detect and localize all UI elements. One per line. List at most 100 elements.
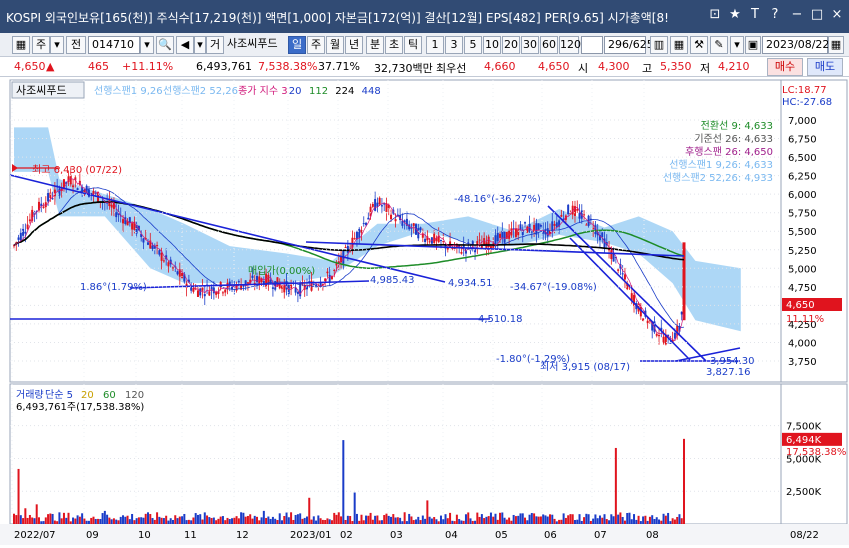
- volume-bar: [287, 517, 290, 524]
- grid2-icon[interactable]: ▦: [670, 36, 688, 54]
- candle: [42, 206, 45, 208]
- volume-bar: [378, 520, 381, 524]
- draw-dropdown[interactable]: ▾: [730, 36, 744, 54]
- volume-bar: [112, 518, 115, 524]
- candle: [192, 288, 195, 292]
- volume-bar: [22, 518, 25, 524]
- period-minute[interactable]: 분: [366, 36, 384, 54]
- period-second[interactable]: 초: [385, 36, 403, 54]
- compare-button[interactable]: 거: [206, 36, 224, 54]
- candle: [151, 245, 154, 250]
- prev-button[interactable]: 전: [66, 36, 86, 54]
- chevron-down-icon[interactable]: ▾: [50, 36, 64, 54]
- candle: [496, 232, 499, 242]
- volume-bar: [365, 515, 368, 524]
- volume-bar: [353, 492, 356, 524]
- volume-bar: [439, 515, 442, 524]
- candle: [428, 241, 431, 243]
- speaker-dropdown[interactable]: ▾: [194, 36, 206, 54]
- candle: [362, 223, 365, 225]
- bars-icon[interactable]: ▥: [650, 36, 668, 54]
- help-icon[interactable]: ?: [766, 6, 784, 24]
- volume-bar: [367, 515, 370, 524]
- volume-bar: [667, 512, 670, 524]
- volume-bar: [421, 515, 424, 524]
- vol-legend-item: 60: [103, 390, 116, 401]
- volume-bar: [374, 515, 377, 524]
- num-60[interactable]: 60: [540, 36, 558, 54]
- volume-bar: [85, 520, 88, 524]
- candle: [296, 292, 299, 294]
- market-select[interactable]: 주: [32, 36, 50, 54]
- candle: [353, 238, 356, 240]
- volume-bar: [442, 519, 445, 524]
- count-blank[interactable]: [581, 36, 603, 54]
- volume-bar: [458, 519, 461, 524]
- volume-bar: [90, 517, 93, 524]
- maximize-icon[interactable]: □: [808, 6, 826, 24]
- draw-icon[interactable]: ✎: [710, 36, 728, 54]
- x-tick-label: 05: [495, 530, 508, 541]
- trend-angle-1: -48.16°(-36.27%): [454, 194, 541, 205]
- num-5[interactable]: 5: [464, 36, 482, 54]
- candle: [131, 223, 134, 230]
- period-week[interactable]: 주: [307, 36, 325, 54]
- candle: [546, 228, 549, 237]
- candle: [224, 289, 227, 293]
- volume-bar: [369, 512, 372, 524]
- volume-bar: [528, 514, 531, 524]
- volume-bar: [151, 518, 154, 524]
- buy-button[interactable]: 매수: [767, 58, 803, 76]
- sell-button[interactable]: 매도: [807, 58, 843, 76]
- speaker-icon[interactable]: ◀: [176, 36, 194, 54]
- calendar-icon[interactable]: ▦: [828, 36, 844, 54]
- candle: [646, 320, 649, 324]
- volume-bar: [401, 521, 404, 524]
- search-icon[interactable]: 🔍: [156, 36, 174, 54]
- y-tick-label: 5,750: [788, 209, 817, 220]
- candle: [501, 230, 504, 239]
- num-3[interactable]: 3: [445, 36, 463, 54]
- low-label: 저: [700, 62, 711, 75]
- text-icon[interactable]: T: [746, 6, 764, 24]
- num-120[interactable]: 120: [559, 36, 581, 54]
- volume-bar: [396, 517, 399, 524]
- candle: [162, 260, 165, 262]
- level-1: 4,985.43: [370, 275, 415, 286]
- volume-bar: [376, 515, 379, 524]
- date-input[interactable]: 2023/08/22: [762, 36, 829, 54]
- volume-bar: [399, 517, 402, 524]
- volume-bar: [642, 516, 645, 524]
- num-20[interactable]: 20: [502, 36, 520, 54]
- volume-bar: [428, 516, 431, 524]
- volume-bar: [335, 514, 338, 524]
- candle: [658, 335, 661, 337]
- code-input[interactable]: 014710: [88, 36, 140, 54]
- volume-bar: [60, 518, 63, 524]
- volume-bar: [476, 512, 479, 524]
- volume-bar: [680, 518, 683, 524]
- volume-value-label: 6,493,761주(17,538.38%): [16, 402, 144, 413]
- minimize-icon[interactable]: −: [788, 6, 806, 24]
- close-icon[interactable]: ×: [828, 6, 846, 24]
- pin-icon[interactable]: ⊡: [706, 6, 724, 24]
- vol-tick-label: 2,500K: [786, 487, 822, 498]
- tools-icon[interactable]: ⚒: [690, 36, 708, 54]
- period-month[interactable]: 월: [326, 36, 344, 54]
- candle: [196, 290, 199, 297]
- num-30[interactable]: 30: [521, 36, 539, 54]
- save-icon[interactable]: ▣: [745, 36, 761, 54]
- num-10[interactable]: 10: [483, 36, 501, 54]
- grid-icon[interactable]: ▦: [12, 36, 30, 54]
- num-1[interactable]: 1: [426, 36, 444, 54]
- volume-bar: [508, 517, 511, 524]
- code-dropdown[interactable]: ▾: [140, 36, 154, 54]
- volume-bar: [487, 516, 490, 524]
- volume-bar: [285, 512, 288, 524]
- period-tick[interactable]: 틱: [404, 36, 422, 54]
- chart-area[interactable]: 7,000 6,750 6,500 6,250 6,000 5,750 5,500 5,250…: [0, 78, 849, 545]
- volume-bar: [235, 516, 238, 524]
- star-icon[interactable]: ★: [726, 6, 744, 24]
- period-day[interactable]: 일: [288, 36, 306, 54]
- period-year[interactable]: 년: [345, 36, 363, 54]
